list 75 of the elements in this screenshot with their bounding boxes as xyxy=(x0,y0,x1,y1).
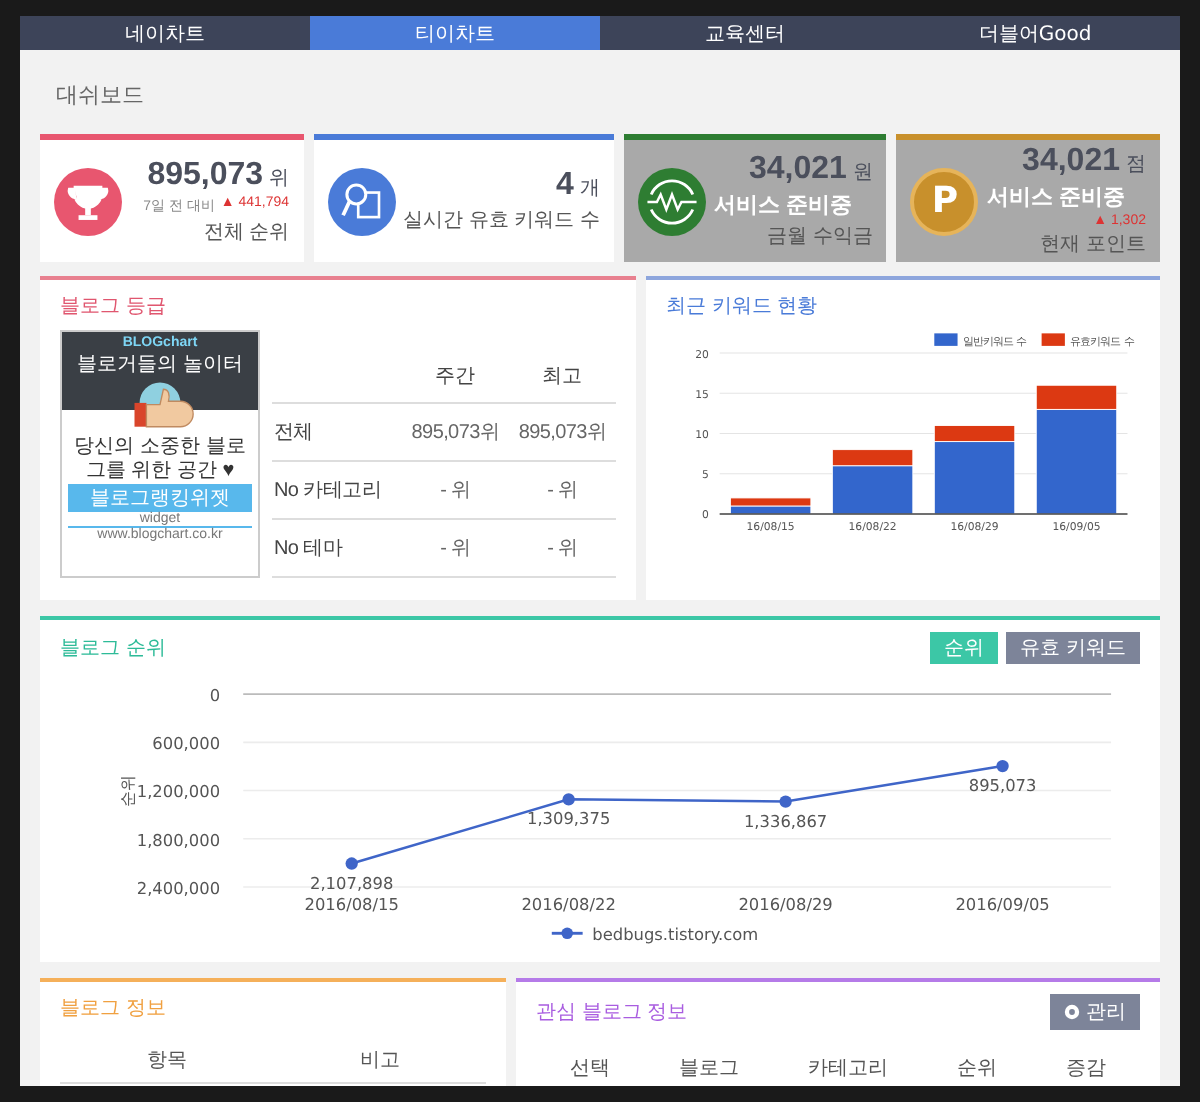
column-header: 블로그 xyxy=(679,1056,740,1082)
column-header: 항목 xyxy=(146,1048,187,1074)
axis-tick-label: 2016/08/15 xyxy=(304,894,399,915)
axis-tick-label: 2016/08/22 xyxy=(521,894,616,915)
nav-tab[interactable]: 더블어Good xyxy=(890,16,1180,50)
row-label: No 테마 xyxy=(272,519,402,577)
view-toggle-button[interactable]: 순위 xyxy=(929,632,998,664)
data-label: 895,073 xyxy=(968,775,1037,796)
coin-icon: P xyxy=(910,167,979,235)
legend-marker xyxy=(551,927,583,940)
stat-label: 금월 수익금 xyxy=(767,224,873,250)
data-label: 1,336,867 xyxy=(743,810,828,831)
panel-title: 블로그 정보 xyxy=(60,996,168,1022)
nav-tab[interactable]: 교육센터 xyxy=(600,16,890,50)
axis-tick-label: 1,200,000 xyxy=(136,781,221,802)
data-label: 1,309,375 xyxy=(527,808,611,829)
nav-tab[interactable]: 티이차트 xyxy=(310,16,600,50)
trophy-icon xyxy=(54,167,122,235)
notice-text: 서비스 준비중 xyxy=(986,184,1125,212)
panel-title: 관심 블로그 정보 xyxy=(536,1000,688,1026)
data-point xyxy=(345,857,358,870)
stat-unit: 개 xyxy=(579,176,600,202)
axis-tick-label: 1,800,000 xyxy=(136,829,221,850)
axis-title: 순위 xyxy=(117,774,138,807)
axis-tick-label: 2016/09/05 xyxy=(955,894,1050,915)
legend-swatch xyxy=(934,333,958,346)
data-point xyxy=(779,795,792,808)
column-header: 카테고리 xyxy=(807,1056,888,1082)
legend-label: bedbugs.tistory.com xyxy=(592,924,759,945)
row-label: 전체 xyxy=(272,403,402,461)
view-toggle-button[interactable]: 유효 키워드 xyxy=(1005,632,1140,664)
widget-button[interactable]: 블로그랭킹위젯 xyxy=(67,484,253,512)
panel-title: 블로그 순위 xyxy=(60,636,166,662)
column-header: 최고 xyxy=(508,350,616,403)
stat-unit: 점 xyxy=(1125,152,1146,178)
panel-title: 최근 키워드 현황 xyxy=(666,294,820,320)
wave-circle-icon xyxy=(637,167,706,235)
stat-value: 4 xyxy=(555,168,574,204)
column-header: 증감 xyxy=(1065,1056,1106,1082)
manage-button[interactable]: 관리 xyxy=(1050,994,1140,1030)
table-cell: - 위 xyxy=(401,461,509,519)
table-cell: 895,073위 xyxy=(508,403,616,461)
data-point xyxy=(996,759,1009,773)
axis-tick-label: 2016/08/29 xyxy=(738,894,833,915)
stat-unit: 위 xyxy=(269,165,290,191)
column-header: 비고 xyxy=(359,1048,400,1074)
page-title: 대쉬보드 xyxy=(54,82,146,112)
column-header: 순위 xyxy=(956,1056,997,1082)
column-header: 주간 xyxy=(401,350,509,403)
gear-icon xyxy=(1064,1004,1080,1020)
legend-swatch xyxy=(1041,333,1065,346)
data-point xyxy=(562,793,575,806)
table-cell: 895,073위 xyxy=(401,403,509,461)
stat-label: 현재 포인트 xyxy=(1040,232,1146,258)
axis-tick-label: 600,000 xyxy=(152,733,221,754)
stat-unit: 원 xyxy=(852,160,873,186)
table-cell: - 위 xyxy=(508,519,616,577)
nav-tab[interactable]: 네이차트 xyxy=(20,16,310,50)
row-label: No 카테고리 xyxy=(272,461,402,519)
notice-text: 서비스 준비중 xyxy=(713,192,852,220)
table-cell: - 위 xyxy=(508,461,616,519)
axis-tick-label: 0 xyxy=(209,684,221,705)
table-cell: - 위 xyxy=(401,519,509,577)
banner-headline: 블로거들의 놀이터 xyxy=(77,352,243,378)
axis-tick-label: 2,400,000 xyxy=(136,877,221,898)
stat-label: 전체 순위 xyxy=(203,219,290,245)
column-header: 선택 xyxy=(570,1056,611,1082)
data-label: 2,107,898 xyxy=(310,872,394,893)
stat-label: 실시간 유효 키워드 수 xyxy=(403,208,600,234)
panel-title: 블로그 등급 xyxy=(60,294,168,320)
stat-value: 895,073 xyxy=(147,157,264,193)
stat-value: 34,021 xyxy=(749,152,847,188)
stat-value: 34,021 xyxy=(1022,144,1120,180)
magnifier-document-icon xyxy=(327,167,396,235)
banner-text: 당신의 소중한 블로그를 위한 공간 ♥ xyxy=(72,434,248,484)
